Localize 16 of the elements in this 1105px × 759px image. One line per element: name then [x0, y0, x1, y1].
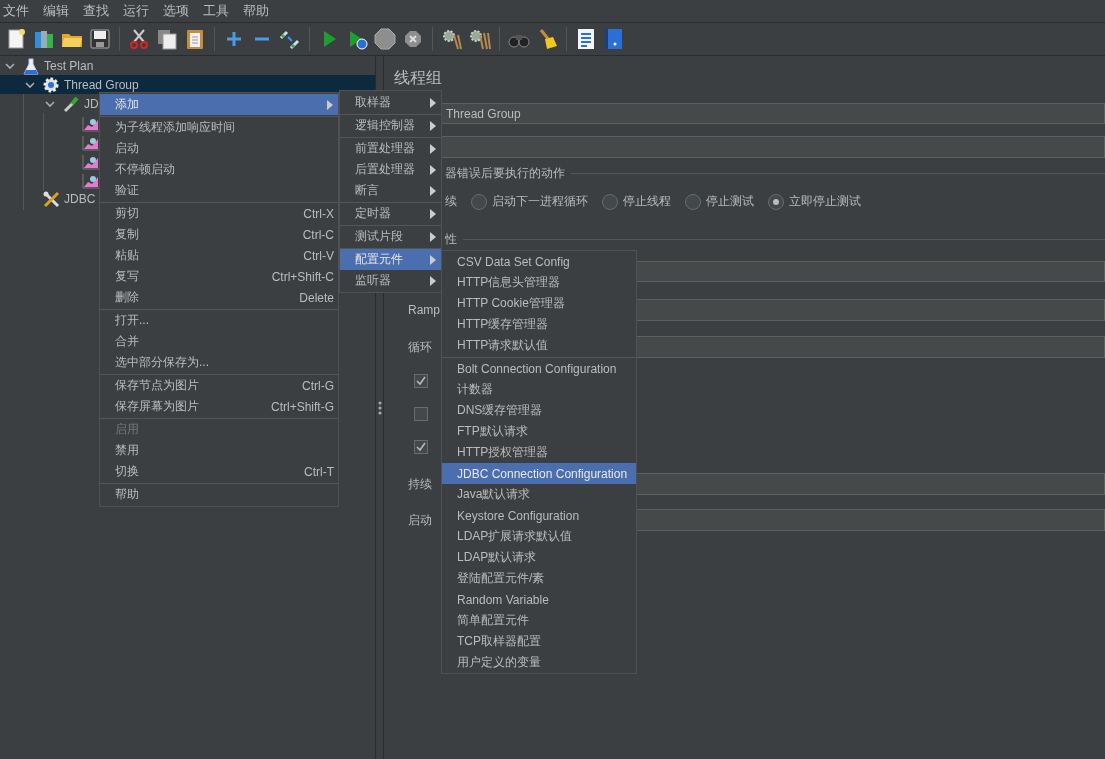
- field-label: Ramp: [408, 303, 441, 317]
- tree-label: JD: [84, 96, 99, 111]
- radio-label: 立即停止测试: [789, 193, 861, 210]
- tree-label: JDBC: [64, 191, 96, 206]
- radio-label: 启动下一进程循环: [492, 193, 588, 210]
- radio-label: 续: [445, 193, 457, 210]
- radio-label: 停止线程: [623, 193, 671, 210]
- field-label: 循环: [408, 338, 433, 356]
- tree-label: Test Plan: [44, 58, 94, 73]
- section-heading: 器错误后要执行的动作: [445, 164, 565, 182]
- field-label: 持续: [408, 475, 433, 493]
- section-heading: 性: [445, 230, 457, 248]
- radio-label: 停止测试: [706, 193, 754, 210]
- tree-label: Thread Group: [64, 77, 139, 92]
- panel-title: 线程组: [394, 68, 443, 88]
- field-label: 启动: [408, 511, 433, 529]
